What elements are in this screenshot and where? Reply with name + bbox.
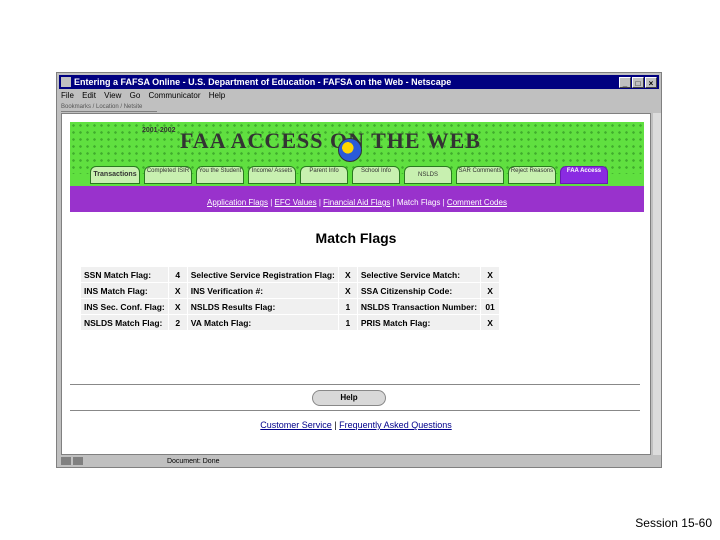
flag-value: X [480, 266, 501, 283]
section-tabs: Transactions Completed ISIR You the Stud… [90, 166, 630, 186]
flag-label: INS Verification #: [186, 282, 339, 299]
flag-label: NSLDS Transaction Number: [356, 298, 482, 315]
sub-navigation: Application Flags | EFC Values | Financi… [70, 186, 644, 212]
window-controls: _ □ × [618, 76, 657, 88]
flag-label: PRIS Match Flag: [356, 314, 482, 331]
collapsed-toolbars[interactable]: Bookmarks / Location / Netsite [61, 103, 157, 112]
help-button[interactable]: Help [312, 390, 386, 406]
title-bar: Entering a FAFSA Online - U.S. Departmen… [59, 75, 659, 89]
award-year: 2001-2002 [142, 127, 176, 134]
vertical-scrollbar[interactable] [653, 113, 661, 455]
flag-value: X [167, 282, 188, 299]
flag-label: NSLDS Match Flag: [80, 314, 169, 331]
flag-value: 01 [480, 298, 501, 315]
flag-value: X [480, 282, 501, 299]
flag-label: SSA Citizenship Code: [356, 282, 482, 299]
flag-label: SSN Match Flag: [80, 266, 169, 283]
maximize-button[interactable]: □ [632, 77, 644, 88]
flag-label: INS Sec. Conf. Flag: [80, 298, 169, 315]
flag-value: 4 [167, 266, 188, 283]
tab-income-assets[interactable]: Income/ Assets [248, 166, 296, 184]
flag-value: X [337, 282, 358, 299]
tab-student[interactable]: You the Student [196, 166, 244, 184]
menu-help[interactable]: Help [209, 91, 225, 100]
menu-view[interactable]: View [104, 91, 121, 100]
flag-label: Selective Service Match: [356, 266, 482, 283]
tab-completed-isir[interactable]: Completed ISIR [144, 166, 192, 184]
minimize-button[interactable]: _ [619, 77, 631, 88]
globe-icon [338, 138, 362, 162]
session-label: Session 15-60 [635, 516, 712, 530]
table-row: INS Match Flag: X INS Verification #: X SS… [80, 282, 501, 299]
match-flags-table: SSN Match Flag: 4 Selective Service Regis… [80, 266, 501, 331]
link-customer-service[interactable]: Customer Service [260, 420, 332, 430]
flag-value: X [167, 298, 188, 315]
menu-communicator[interactable]: Communicator [149, 91, 201, 100]
connection-icon [73, 457, 83, 466]
tab-sar-comments[interactable]: SAR Comments [456, 166, 504, 184]
tab-reject-reasons[interactable]: Reject Reasons [508, 166, 556, 184]
tab-school-info[interactable]: School Info [352, 166, 400, 184]
status-text: Document: Done [166, 458, 220, 465]
menu-go[interactable]: Go [130, 91, 141, 100]
link-application-flags[interactable]: Application Flags [207, 198, 268, 207]
menu-bar: File Edit View Go Communicator Help [61, 90, 657, 102]
flag-label: NSLDS Results Flag: [186, 298, 339, 315]
flag-value: X [480, 314, 501, 331]
flag-value: X [337, 266, 358, 283]
tab-transactions[interactable]: Transactions [90, 166, 140, 184]
menu-edit[interactable]: Edit [82, 91, 96, 100]
flag-label: VA Match Flag: [186, 314, 339, 331]
netscape-icon [61, 77, 71, 87]
table-row: NSLDS Match Flag: 2 VA Match Flag: 1 PRIS … [80, 314, 501, 331]
tab-faa-access[interactable]: FAA Access [560, 166, 608, 184]
table-row: INS Sec. Conf. Flag: X NSLDS Results Flag… [80, 298, 501, 315]
security-lock-icon [61, 457, 71, 466]
flag-value: 2 [167, 314, 188, 331]
divider [70, 410, 640, 411]
footer-links: Customer Service | Frequently Asked Ques… [260, 420, 452, 430]
status-bar: Document: Done [61, 457, 661, 467]
tab-nslds[interactable]: NSLDS [404, 166, 452, 184]
link-financial-aid-flags[interactable]: Financial Aid Flags [323, 198, 390, 207]
current-match-flags: Match Flags [396, 198, 441, 207]
link-efc-values[interactable]: EFC Values [275, 198, 317, 207]
link-comment-codes[interactable]: Comment Codes [447, 198, 507, 207]
divider [70, 384, 640, 385]
flag-label: INS Match Flag: [80, 282, 169, 299]
flag-label: Selective Service Registration Flag: [186, 266, 339, 283]
faa-access-logo: FAA ACCESS ON THE WEB [180, 128, 481, 153]
flag-value: 1 [337, 298, 358, 315]
browser-window: Entering a FAFSA Online - U.S. Departmen… [56, 72, 662, 468]
menu-file[interactable]: File [61, 91, 74, 100]
page-title: Match Flags [315, 230, 397, 246]
window-title: Entering a FAFSA Online - U.S. Departmen… [74, 77, 452, 87]
tab-parent-info[interactable]: Parent Info [300, 166, 348, 184]
link-faq[interactable]: Frequently Asked Questions [339, 420, 452, 430]
close-button[interactable]: × [645, 77, 657, 88]
flag-value: 1 [337, 314, 358, 331]
page-content: 2001-2002 FAA ACCESS ON THE WEB Transact… [61, 113, 651, 455]
table-row: SSN Match Flag: 4 Selective Service Regis… [80, 266, 501, 283]
